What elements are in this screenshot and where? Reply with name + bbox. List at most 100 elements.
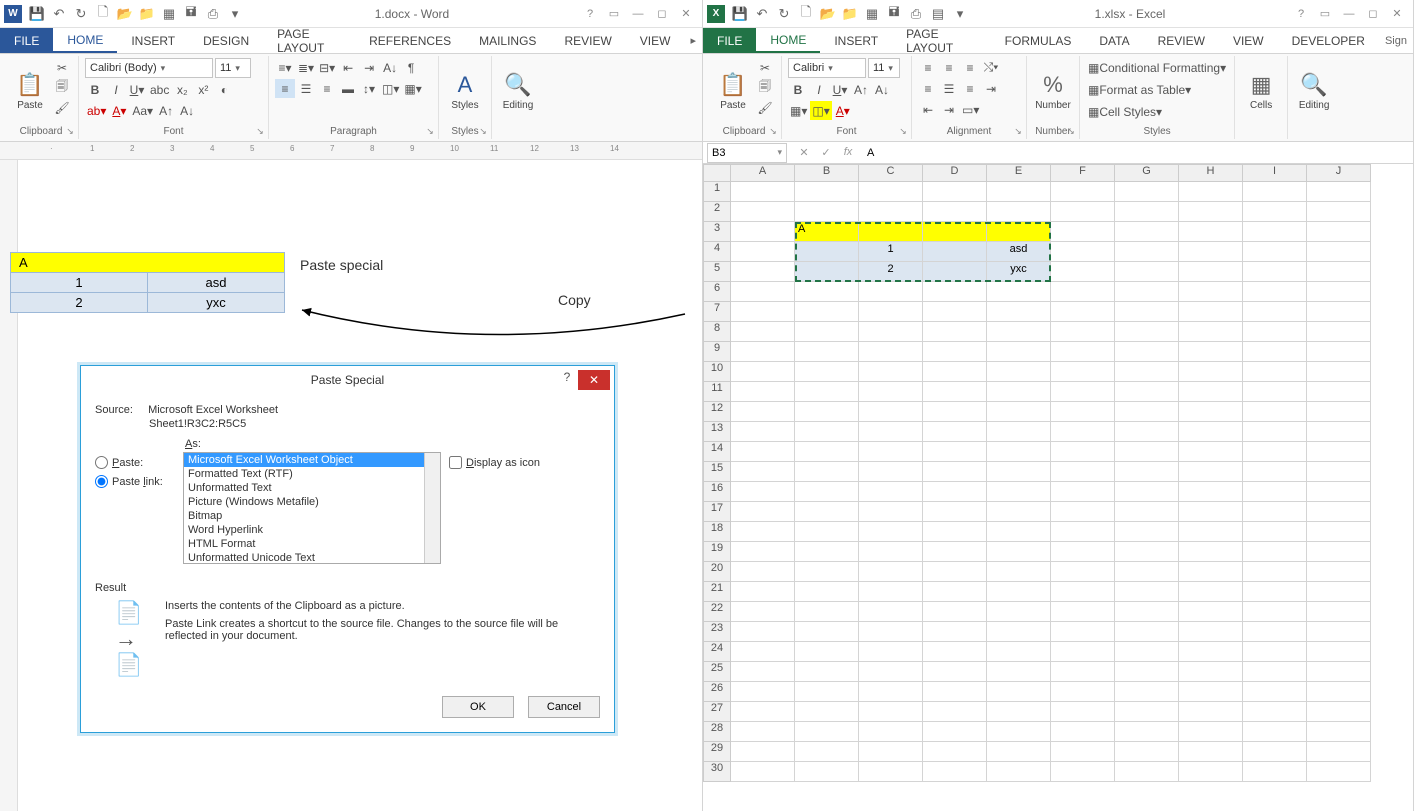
cell[interactable] (1307, 182, 1371, 202)
number-launcher-icon[interactable]: ↘ (1065, 125, 1077, 137)
cell[interactable] (1307, 462, 1371, 482)
cell[interactable] (1243, 582, 1307, 602)
number-button[interactable]: %Number (1033, 58, 1073, 124)
cell[interactable] (731, 182, 795, 202)
col-header[interactable]: B (795, 164, 859, 182)
cell[interactable] (1243, 662, 1307, 682)
cell[interactable] (1243, 442, 1307, 462)
save-all-icon[interactable]: 🖬 (883, 3, 905, 25)
cell[interactable] (859, 742, 923, 762)
styles-launcher-icon[interactable]: ↘ (477, 125, 489, 137)
tab-formulas[interactable]: FORMULAS (991, 28, 1086, 53)
font-launcher-icon[interactable]: ↘ (897, 125, 909, 137)
cell[interactable] (1307, 222, 1371, 242)
clipboard-launcher-icon[interactable]: ↘ (767, 125, 779, 137)
col-header[interactable]: H (1179, 164, 1243, 182)
cell[interactable] (1243, 482, 1307, 502)
cell[interactable] (1051, 502, 1115, 522)
cell[interactable] (923, 282, 987, 302)
cell[interactable] (1243, 562, 1307, 582)
cell[interactable] (795, 702, 859, 722)
close-icon[interactable]: ✕ (1385, 4, 1409, 24)
cell[interactable] (859, 442, 923, 462)
cell[interactable] (1051, 382, 1115, 402)
save-icon[interactable]: 💾 (729, 3, 751, 25)
cell[interactable] (1179, 742, 1243, 762)
cell[interactable] (987, 302, 1051, 322)
cell[interactable]: A (795, 222, 859, 242)
cell[interactable] (1243, 262, 1307, 282)
cell[interactable] (1243, 302, 1307, 322)
fill-color-icon[interactable]: ◫▾ (810, 101, 831, 120)
row-header[interactable]: 18 (703, 522, 731, 542)
cell[interactable] (1115, 402, 1179, 422)
format-painter-icon[interactable]: 🖌 (52, 98, 72, 117)
cell[interactable] (1307, 342, 1371, 362)
cell[interactable] (1051, 722, 1115, 742)
cell[interactable] (1307, 742, 1371, 762)
cell[interactable] (1179, 262, 1243, 282)
list-item[interactable]: Word Hyperlink (184, 523, 440, 537)
cell[interactable] (859, 582, 923, 602)
cell[interactable] (1243, 602, 1307, 622)
cell[interactable] (1307, 282, 1371, 302)
justify-icon[interactable]: ▬ (338, 79, 358, 98)
cell[interactable] (1307, 602, 1371, 622)
tab-view[interactable]: VIEW (626, 28, 685, 53)
cell[interactable] (731, 582, 795, 602)
cell[interactable] (1179, 682, 1243, 702)
cell[interactable] (1179, 402, 1243, 422)
cell[interactable] (1051, 622, 1115, 642)
cell[interactable] (731, 322, 795, 342)
cell[interactable] (923, 742, 987, 762)
enter-fx-icon[interactable]: ✓ (817, 146, 835, 159)
cell[interactable] (1115, 542, 1179, 562)
tab-home[interactable]: HOME (756, 28, 820, 53)
row-header[interactable]: 1 (703, 182, 731, 202)
pasted-table[interactable]: A 1asd 2yxc (10, 252, 285, 313)
listbox-scrollbar[interactable] (424, 453, 440, 563)
cell[interactable] (731, 442, 795, 462)
cell[interactable]: yxc (987, 262, 1051, 282)
cell[interactable] (987, 682, 1051, 702)
cell[interactable] (1307, 202, 1371, 222)
cell[interactable] (1307, 482, 1371, 502)
paste-button[interactable]: 📋Paste (713, 58, 753, 124)
cell[interactable] (795, 442, 859, 462)
tab-file[interactable]: FILE (703, 28, 756, 53)
cell[interactable] (1051, 522, 1115, 542)
cell[interactable] (1115, 562, 1179, 582)
redo-icon[interactable]: ↻ (773, 3, 795, 25)
cell[interactable]: 2 (859, 262, 923, 282)
underline-icon[interactable]: U▾ (127, 80, 147, 99)
cell[interactable] (795, 402, 859, 422)
cell[interactable] (795, 662, 859, 682)
cell[interactable] (923, 462, 987, 482)
cell[interactable] (1307, 502, 1371, 522)
cell[interactable] (1179, 182, 1243, 202)
cell[interactable] (923, 542, 987, 562)
row-header[interactable]: 26 (703, 682, 731, 702)
tab-file[interactable]: FILE (0, 28, 53, 53)
cell[interactable] (859, 622, 923, 642)
cell[interactable] (859, 322, 923, 342)
tab-review[interactable]: REVIEW (550, 28, 625, 53)
cell[interactable] (1307, 402, 1371, 422)
clear-format-icon[interactable]: ◐ (214, 80, 234, 99)
shrink-font-icon[interactable]: A↓ (872, 80, 892, 99)
display-icon-checkbox[interactable]: Display as icon (449, 456, 540, 469)
cell[interactable] (731, 482, 795, 502)
cell[interactable] (1115, 622, 1179, 642)
cell[interactable] (859, 482, 923, 502)
cell[interactable] (987, 462, 1051, 482)
cell[interactable] (1307, 662, 1371, 682)
strike-icon[interactable]: abc (148, 80, 171, 99)
tab-sign[interactable]: Sign (1379, 28, 1413, 53)
row-header[interactable]: 21 (703, 582, 731, 602)
copy-icon[interactable]: 🗐 (52, 78, 72, 97)
row-header[interactable]: 10 (703, 362, 731, 382)
cell[interactable] (1307, 682, 1371, 702)
cell[interactable]: asd (987, 242, 1051, 262)
cell[interactable] (923, 402, 987, 422)
undo-icon[interactable]: ↶ (48, 3, 70, 25)
